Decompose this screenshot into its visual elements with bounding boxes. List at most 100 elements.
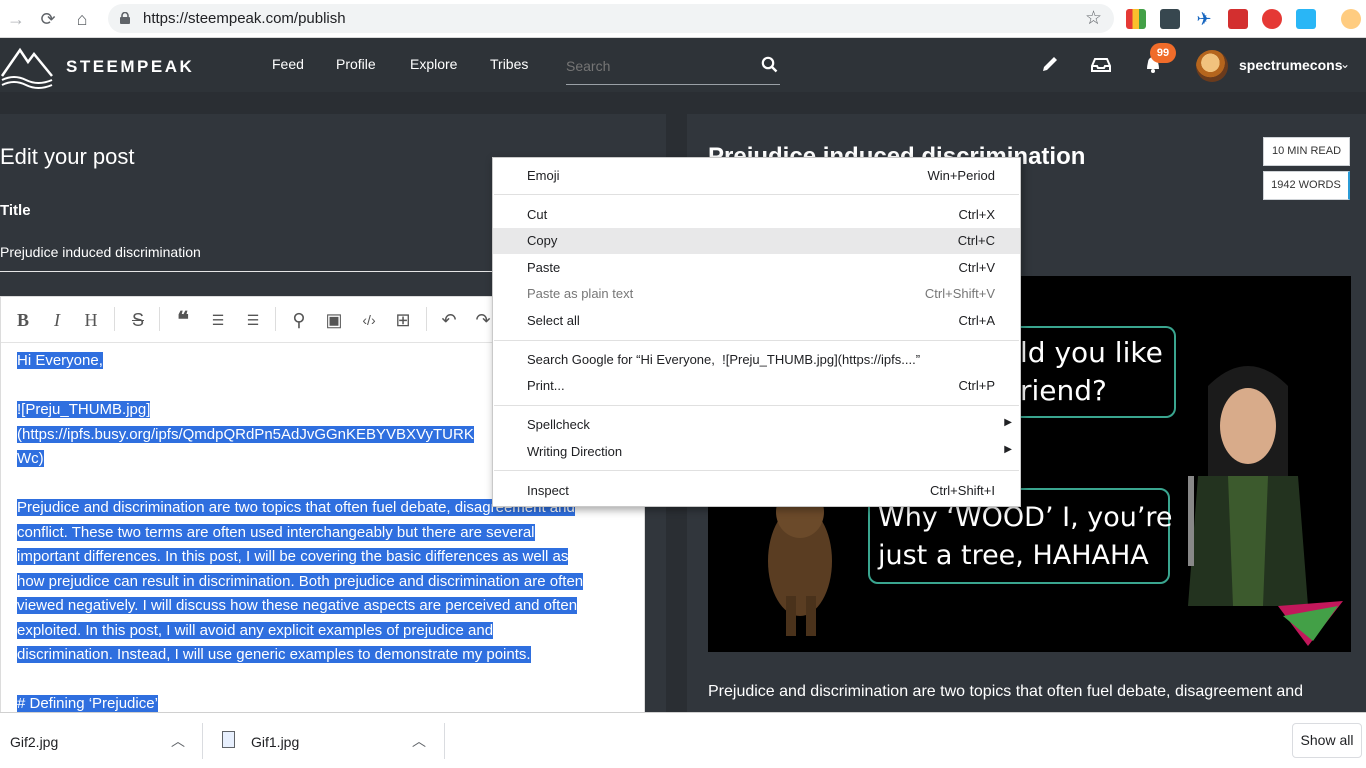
menu-label: Cut bbox=[527, 207, 548, 222]
download-divider bbox=[202, 723, 203, 759]
menu-separator bbox=[494, 340, 1019, 341]
context-menu: Emoji Win+Period Cut Ctrl+X Copy Ctrl+C … bbox=[492, 157, 1021, 507]
menu-shortcut: Ctrl+C bbox=[957, 233, 995, 248]
editor-line: viewed negatively. I will discuss how th… bbox=[17, 597, 578, 614]
steempeak-logo-icon[interactable] bbox=[0, 42, 54, 90]
logo-text[interactable]: STEEMPEAK bbox=[66, 57, 194, 77]
search-icon[interactable] bbox=[761, 56, 778, 73]
quote-icon[interactable]: ❝ bbox=[172, 309, 194, 331]
extension-red-icon[interactable] bbox=[1262, 9, 1282, 29]
chevron-down-icon[interactable]: ⌄ bbox=[1340, 57, 1350, 71]
menu-separator bbox=[494, 194, 1019, 195]
address-bar[interactable]: https://steempeak.com/publish ☆ bbox=[108, 4, 1114, 33]
menu-shortcut: Ctrl+P bbox=[958, 378, 995, 393]
editor-line: how prejudice can result in discriminati… bbox=[17, 572, 584, 590]
nav-explore[interactable]: Explore bbox=[410, 56, 457, 72]
extension-chart-icon[interactable] bbox=[1126, 9, 1146, 29]
site-header: STEEMPEAK Feed Profile Explore Tribes 99… bbox=[0, 38, 1366, 92]
heading-icon[interactable]: H bbox=[80, 309, 102, 331]
menu-label: Spellcheck bbox=[527, 417, 590, 432]
menu-item-copy[interactable]: Copy Ctrl+C bbox=[493, 228, 1020, 254]
preview-body-text: Prejudice and discrimination are two top… bbox=[708, 683, 1304, 700]
menu-item-inspect[interactable]: Inspect Ctrl+Shift+I bbox=[493, 478, 1020, 504]
menu-label: Writing Direction bbox=[527, 444, 623, 459]
menu-label: Copy bbox=[527, 233, 558, 248]
reload-icon[interactable]: ⟳ bbox=[36, 7, 60, 31]
toolbar-divider bbox=[114, 307, 115, 331]
search-input[interactable] bbox=[566, 58, 746, 74]
back-arrow-icon[interactable]: → bbox=[4, 7, 28, 31]
notification-badge: 99 bbox=[1150, 43, 1176, 63]
menu-shortcut: Ctrl+A bbox=[958, 313, 995, 328]
download-divider bbox=[444, 723, 445, 759]
table-icon[interactable]: ⊞ bbox=[392, 309, 414, 331]
redo-icon[interactable]: ↷ bbox=[472, 309, 494, 331]
menu-item-paste-plain-text[interactable]: Paste as plain text Ctrl+Shift+V bbox=[493, 281, 1020, 307]
menu-item-spellcheck[interactable]: Spellcheck ▶ bbox=[493, 412, 1020, 438]
username-label[interactable]: spectrumecons bbox=[1239, 57, 1342, 73]
inbox-icon[interactable] bbox=[1090, 56, 1112, 74]
strikethrough-icon[interactable]: S bbox=[127, 309, 149, 331]
menu-item-print[interactable]: Print... Ctrl+P bbox=[493, 373, 1020, 399]
menu-shortcut: Ctrl+Shift+I bbox=[929, 483, 995, 498]
nav-feed[interactable]: Feed bbox=[272, 56, 304, 72]
nav-tribes[interactable]: Tribes bbox=[490, 56, 528, 72]
undo-icon[interactable]: ↶ bbox=[438, 309, 460, 331]
menu-shortcut: Win+Period bbox=[927, 168, 995, 183]
read-time-badge: 10 MIN READ bbox=[1263, 137, 1350, 166]
menu-shortcut: Ctrl+X bbox=[958, 207, 995, 222]
editor-line: # Defining ‘Prejudice’ bbox=[17, 695, 158, 712]
edit-post-heading: Edit your post bbox=[0, 144, 135, 169]
menu-separator bbox=[494, 470, 1019, 471]
menu-item-paste[interactable]: Paste Ctrl+V bbox=[493, 255, 1020, 281]
bold-icon[interactable]: B bbox=[12, 309, 34, 331]
editor-line: important differences. In this post, I w… bbox=[17, 548, 569, 565]
menu-item-writing-direction[interactable]: Writing Direction ▶ bbox=[493, 439, 1020, 465]
download-item[interactable]: Gif2.jpg ︿ bbox=[0, 713, 200, 768]
toolbar-divider bbox=[159, 307, 160, 331]
extension-1b-icon[interactable] bbox=[1160, 9, 1180, 29]
menu-shortcut: Ctrl+Shift+V bbox=[924, 286, 995, 301]
profile-avatar-icon[interactable] bbox=[1341, 9, 1361, 29]
menu-label: Emoji bbox=[527, 168, 560, 183]
download-filename: Gif1.jpg bbox=[251, 734, 300, 750]
menu-item-emoji[interactable]: Emoji Win+Period bbox=[493, 163, 1020, 189]
bookmark-star-icon[interactable]: ☆ bbox=[1085, 7, 1102, 30]
menu-item-select-all[interactable]: Select all Ctrl+A bbox=[493, 308, 1020, 334]
editor-line: Wc) bbox=[17, 450, 44, 467]
extension-pdf-icon[interactable] bbox=[1228, 9, 1248, 29]
menu-shortcut: Ctrl+V bbox=[958, 260, 995, 275]
download-item[interactable]: Gif1.jpg ︿ bbox=[204, 713, 444, 768]
submenu-arrow-icon: ▶ bbox=[1004, 417, 1012, 428]
menu-label: Select all bbox=[527, 313, 580, 328]
extension-blue-icon[interactable] bbox=[1296, 9, 1316, 29]
link-icon[interactable]: ⚲ bbox=[288, 309, 310, 331]
editor-line: conflict. These two terms are often used… bbox=[17, 523, 535, 541]
toolbar-divider bbox=[275, 307, 276, 331]
user-avatar[interactable] bbox=[1196, 50, 1228, 82]
show-all-button[interactable]: Show all bbox=[1292, 723, 1362, 758]
title-label: Title bbox=[0, 202, 31, 219]
editor-line: discrimination. Instead, I will use gene… bbox=[17, 646, 531, 663]
extension-plane-icon[interactable]: ✈ bbox=[1194, 9, 1214, 29]
nav-profile[interactable]: Profile bbox=[336, 56, 376, 72]
menu-label: Paste as plain text bbox=[527, 286, 634, 301]
ordered-list-icon[interactable]: ☰ bbox=[207, 309, 229, 331]
editor-line: ![Preju_THUMB.jpg] bbox=[17, 401, 151, 418]
pencil-icon[interactable] bbox=[1040, 54, 1060, 74]
unordered-list-icon[interactable]: ☰ bbox=[242, 309, 264, 331]
code-icon[interactable]: ‹/› bbox=[358, 309, 380, 331]
url-text: https://steempeak.com/publish bbox=[143, 10, 346, 27]
title-input[interactable]: Prejudice induced discrimination bbox=[0, 244, 201, 260]
menu-label: Print... bbox=[527, 378, 565, 393]
home-icon[interactable]: ⌂ bbox=[70, 7, 94, 31]
chevron-up-icon[interactable]: ︿ bbox=[412, 731, 426, 751]
editor-line: Hi Everyone, bbox=[17, 352, 103, 369]
download-shelf: Gif2.jpg ︿ Gif1.jpg ︿ Show all bbox=[0, 712, 1366, 768]
italic-icon[interactable]: I bbox=[46, 309, 68, 331]
image-icon[interactable]: ▣ bbox=[323, 309, 345, 331]
menu-item-search-google[interactable]: Search Google for “Hi Everyone, ![Preju_… bbox=[493, 347, 1020, 373]
chevron-up-icon[interactable]: ︿ bbox=[171, 731, 185, 751]
menu-label: Paste bbox=[527, 260, 561, 275]
menu-item-cut[interactable]: Cut Ctrl+X bbox=[493, 202, 1020, 228]
